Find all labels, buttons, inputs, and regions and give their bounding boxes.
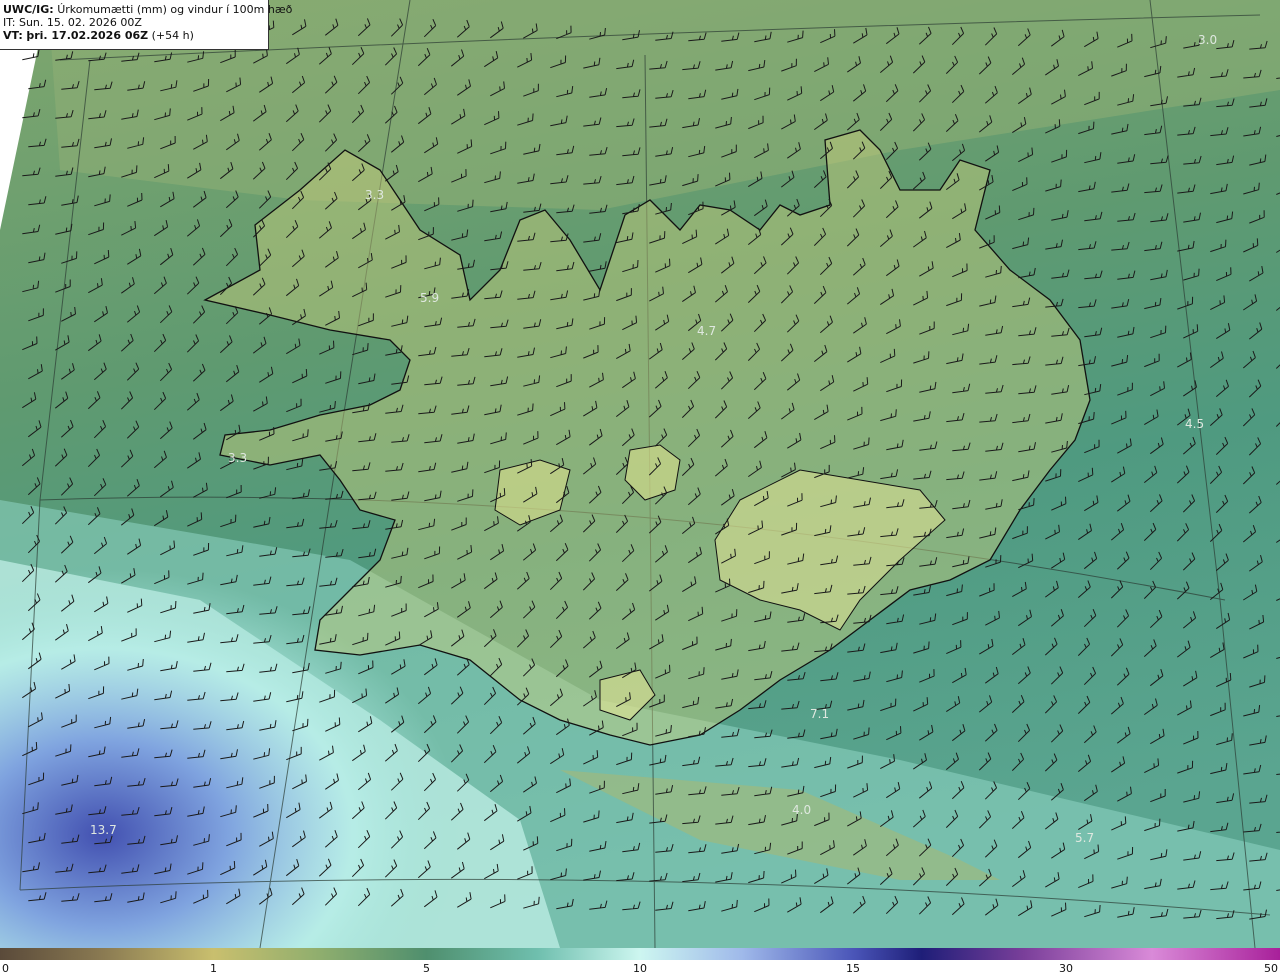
valid-time-row: VT: þri. 17.02.2026 06Z (+54 h) xyxy=(3,29,265,42)
value-label: 4.5 xyxy=(1185,417,1204,431)
colorbar-tick: 1 xyxy=(210,962,217,975)
colorbar-tick: 15 xyxy=(846,962,860,975)
value-label: 4.7 xyxy=(697,324,716,338)
precipitation-colorbar xyxy=(0,948,1280,960)
init-time-row: IT: Sun. 15. 02. 2026 00Z xyxy=(3,16,265,29)
value-label: 7.1 xyxy=(810,707,829,721)
colorbar-tick: 50 xyxy=(1264,962,1278,975)
init-label: IT: xyxy=(3,16,16,29)
lead-time: (+54 h) xyxy=(151,29,194,42)
colorbar-tick: 10 xyxy=(633,962,647,975)
init-time: Sun. 15. 02. 2026 00Z xyxy=(18,16,142,29)
title-row: UWC/IG: Úrkomumætti (mm) og vindur í 100… xyxy=(3,3,292,16)
valid-label: VT: xyxy=(3,29,23,42)
valid-time: þri. 17.02.2026 06Z xyxy=(26,29,149,42)
colorbar-tick: 30 xyxy=(1059,962,1073,975)
colorbar-tick: 5 xyxy=(423,962,430,975)
product-code: UWC/IG: xyxy=(3,3,54,16)
colorbar-tick: 0 xyxy=(2,962,9,975)
value-label: 13.7 xyxy=(90,823,117,837)
map-title: Úrkomumætti (mm) og vindur í 100m hæð xyxy=(57,3,293,16)
value-label: 3.3 xyxy=(365,188,384,202)
value-label: 5.7 xyxy=(1075,831,1094,845)
forecast-map[interactable]: 3.0 3.3 5.9 4.7 3.3 4.5 7.1 4.0 5.7 13.7 xyxy=(0,0,1280,948)
value-label: 3.3 xyxy=(228,451,247,465)
map-header: UWC/IG: Úrkomumætti (mm) og vindur í 100… xyxy=(0,0,292,50)
value-label: 4.0 xyxy=(792,803,811,817)
value-label: 3.0 xyxy=(1198,33,1217,47)
value-label: 5.9 xyxy=(420,291,439,305)
